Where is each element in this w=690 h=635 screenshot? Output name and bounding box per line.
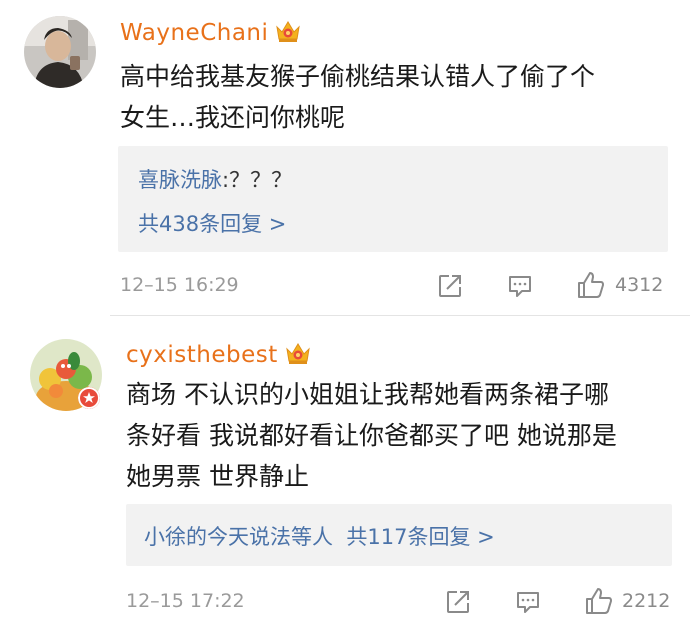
share-icon[interactable] [444,588,472,616]
comment-feed: WayneChani 高中给我基友猴子偷桃结果认错人了偷了个 女生…我还问你桃呢… [0,0,690,635]
timestamp: 12–15 17:22 [126,590,245,612]
share-icon[interactable] [436,272,464,300]
reply-preview[interactable]: 小徐的今天说法等人 共117条回复 > [126,504,672,566]
comment-icon[interactable] [514,588,542,616]
like-count: 2212 [622,590,671,612]
view-replies-link[interactable]: 共117条回复 > [346,525,494,549]
like-icon[interactable] [584,586,614,616]
avatar[interactable] [24,16,96,88]
timestamp: 12–15 16:29 [120,274,239,296]
badge-icon [78,387,100,409]
username[interactable]: WayneChani [120,20,268,46]
reply-preview-line[interactable]: 小徐的今天说法等人 共117条回复 > [144,521,495,551]
comment-footer: 12–15 17:22 2212 [0,582,690,622]
comment-item: WayneChani 高中给我基友猴子偷桃结果认错人了偷了个 女生…我还问你桃呢… [0,0,690,316]
comment-icon[interactable] [506,272,534,300]
reply-author[interactable]: 喜脉洗脉 [138,168,222,192]
comment-item: cyxisthebest 商场 不认识的小姐姐让我帮她看两条裙子哪 条好看 我说… [0,316,690,635]
reply-preview[interactable]: 喜脉洗脉:？？？ 共438条回复 > [118,146,668,252]
comment-text: 高中给我基友猴子偷桃结果认错人了偷了个 女生…我还问你桃呢 [120,62,596,132]
view-replies-link[interactable]: 共438条回复 > [138,208,286,238]
like-icon[interactable] [576,270,606,300]
username[interactable]: cyxisthebest [126,342,278,368]
crown-icon [286,343,310,364]
reply-preview-line[interactable]: 喜脉洗脉:？？？ [138,164,292,194]
reply-spacer [333,525,346,549]
reply-summary[interactable]: 小徐的今天说法等人 [144,525,333,549]
like-count: 4312 [615,274,664,296]
comment-footer: 12–15 16:29 4312 [0,266,690,306]
comment-text: 商场 不认识的小姐姐让我帮她看两条裙子哪 条好看 我说都好看让你爸都买了吧 她说… [126,380,617,491]
crown-icon [276,21,300,42]
reply-text: :？？？ [222,168,293,192]
